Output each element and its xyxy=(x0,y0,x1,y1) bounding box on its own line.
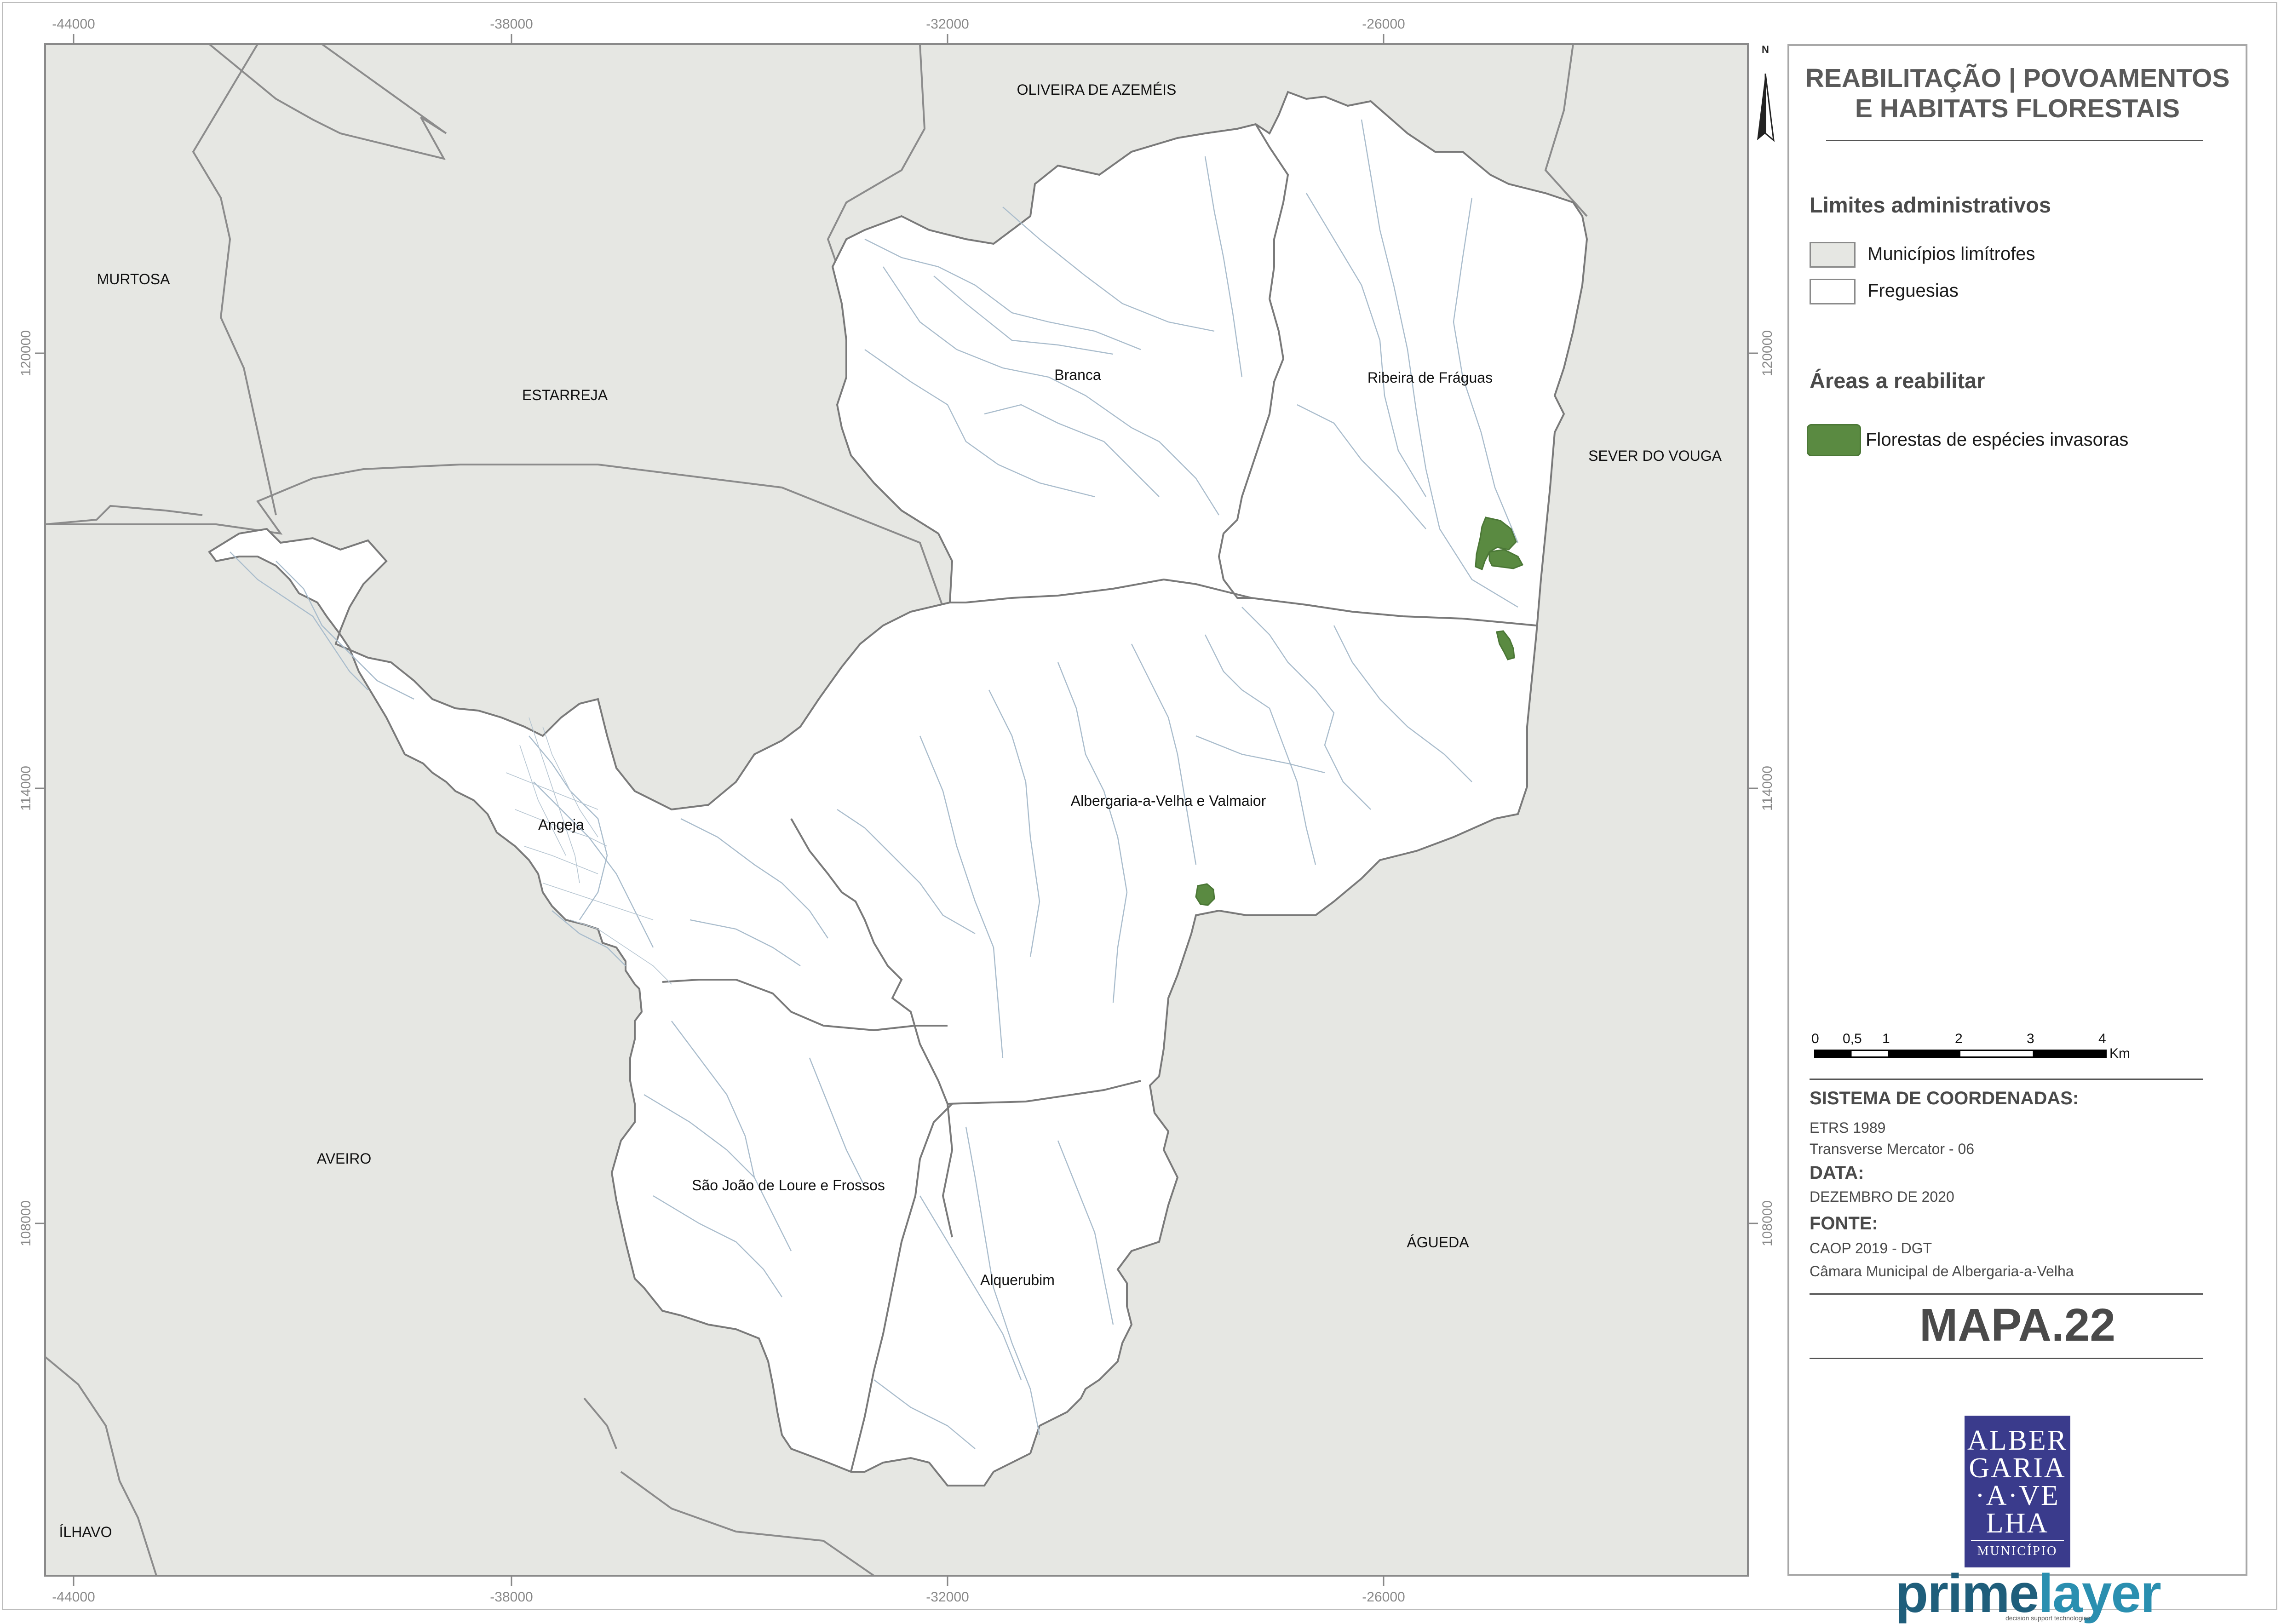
x-tick-label: -44000 xyxy=(52,1590,95,1605)
parishes-swatch xyxy=(1810,279,1856,304)
source-line: Câmara Municipal de Albergaria-a-Velha xyxy=(1810,1263,2074,1280)
municipality-label: AVEIRO xyxy=(317,1150,372,1167)
legend-label-parishes: Freguesias xyxy=(1867,281,1959,301)
municipality-label: MURTOSA xyxy=(97,271,171,287)
x-tick-label: -32000 xyxy=(926,1590,969,1605)
y-tick-label: 114000 xyxy=(1760,766,1775,811)
y-tick-label: 108000 xyxy=(18,1200,34,1246)
parish-label: São João de Loure e Frossos xyxy=(692,1177,885,1194)
map-title-line-1: REABILITAÇÃO | POVOAMENTOS xyxy=(1805,63,2230,93)
date-value: DEZEMBRO DE 2020 xyxy=(1810,1188,1954,1205)
scale-tick-label: 1 xyxy=(1882,1031,1890,1046)
municipality-logo: ALBER GARIA ·A·VE LHA MUNICÍPIO xyxy=(1965,1416,2070,1567)
north-letter: N xyxy=(1762,44,1769,55)
invasive-forest-patch xyxy=(1195,883,1215,906)
legend-panel: REABILITAÇÃO | POVOAMENTOS E HABITATS FL… xyxy=(1787,44,2247,1622)
y-tick-label: 108000 xyxy=(1760,1200,1775,1246)
admin-limits-heading: Limites administrativos xyxy=(1810,193,2051,217)
coordinate-system-line: ETRS 1989 xyxy=(1810,1119,1886,1136)
y-tick-label: 114000 xyxy=(18,766,34,811)
x-tick-label: -38000 xyxy=(490,17,533,32)
scale-tick-label: 3 xyxy=(2027,1031,2034,1046)
scale-tick-label: 0,5 xyxy=(1843,1031,1862,1046)
map-title-line-2: E HABITATS FLORESTAIS xyxy=(1855,94,2180,123)
municipality-label: ÁGUEDA xyxy=(1407,1234,1469,1251)
scale-tick-label: 0 xyxy=(1811,1031,1819,1046)
scale-tick-label: 4 xyxy=(2098,1031,2106,1046)
x-tick-label: -32000 xyxy=(926,17,969,32)
source-heading: FONTE: xyxy=(1810,1213,1878,1234)
divider xyxy=(1810,1358,2203,1359)
x-tick-label: -44000 xyxy=(52,17,95,32)
parish-label: Angeja xyxy=(538,816,584,833)
legend-label-invasive-forest: Florestas de espécies invasoras xyxy=(1866,430,2129,450)
parish-label: Alquerubim xyxy=(980,1272,1055,1288)
parish-label: Branca xyxy=(1054,367,1101,383)
municipality-label: ESTARREJA xyxy=(522,387,608,403)
north-arrow-icon: N xyxy=(1757,44,1775,142)
invasive-forest-swatch xyxy=(1807,424,1861,456)
municipality-label: ÍLHAVO xyxy=(59,1524,112,1540)
legend-label-neighbours: Municípios limítrofes xyxy=(1867,244,2035,264)
neighbour-municipalities-swatch xyxy=(1810,242,1856,268)
scale-bar: 0 0,5 1 2 3 4 Km xyxy=(1811,1031,2133,1068)
scale-unit: Km xyxy=(2109,1046,2130,1061)
primelayer-logo: primelayer xyxy=(1895,1563,2161,1624)
y-tick-label: 120000 xyxy=(1760,330,1775,376)
x-tick-label: -26000 xyxy=(1362,17,1405,32)
date-heading: DATA: xyxy=(1810,1163,1864,1183)
scale-bar-segments xyxy=(1814,1050,2107,1058)
coordinate-system-heading: SISTEMA DE COORDENADAS: xyxy=(1810,1088,2079,1108)
municipality-label: OLIVEIRA DE AZEMÉIS xyxy=(1017,81,1177,98)
coordinate-system-line: Transverse Mercator - 06 xyxy=(1810,1141,1975,1157)
divider xyxy=(1810,1079,2203,1080)
source-line: CAOP 2019 - DGT xyxy=(1810,1240,1932,1257)
x-tick-label: -38000 xyxy=(490,1590,533,1605)
y-tick-label: 120000 xyxy=(18,330,34,376)
rehab-areas-heading: Áreas a reabilitar xyxy=(1810,368,1985,393)
parish-label: Ribeira de Fráguas xyxy=(1367,369,1493,386)
municipality-label: SEVER DO VOUGA xyxy=(1588,448,1722,464)
primelayer-tagline: decision support technologies xyxy=(2005,1614,2091,1622)
x-tick-label: -26000 xyxy=(1362,1590,1405,1605)
divider xyxy=(1810,1293,2203,1295)
parish-label: Albergaria-a-Velha e Valmaior xyxy=(1071,792,1266,809)
scale-tick-label: 2 xyxy=(1955,1031,1963,1046)
title-divider xyxy=(1826,140,2203,141)
map-number: MAPA.22 xyxy=(1919,1299,2116,1351)
